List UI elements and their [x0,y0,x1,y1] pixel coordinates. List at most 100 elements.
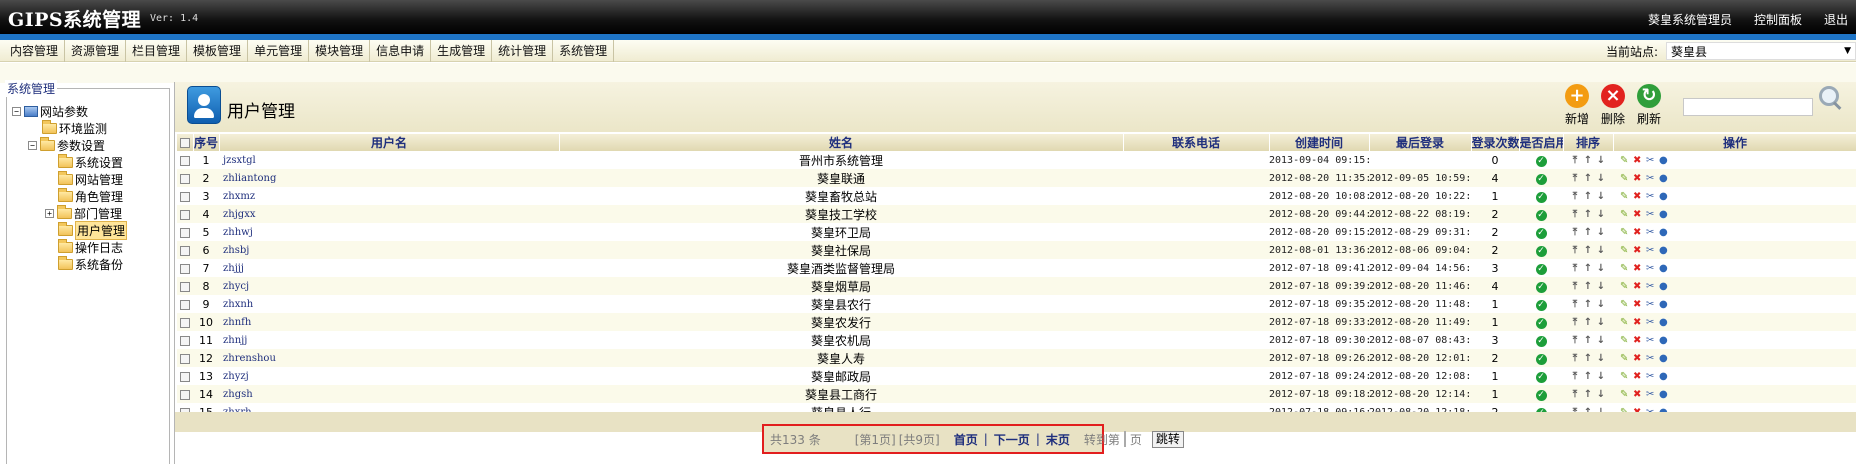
tree-node-operation-log[interactable]: 操作日志 [58,238,123,255]
enabled-check-icon[interactable]: ✓ [1535,156,1547,167]
search-input[interactable] [1683,98,1813,116]
move-down-icon[interactable]: ↓ [1596,299,1607,310]
row-checkbox[interactable] [180,281,190,292]
tree-node-env-monitor[interactable]: 环境监测 [42,119,107,136]
delete-row-icon[interactable]: ✖ [1633,389,1644,400]
move-up-icon[interactable]: ↑ [1583,209,1594,220]
row-checkbox[interactable] [180,371,190,382]
pager-go-button[interactable]: 跳转 [1151,430,1184,448]
permission-icon[interactable]: ● [1659,227,1670,238]
edit-icon[interactable]: ✎ [1620,173,1631,184]
row-username[interactable]: zhhwj [219,223,559,241]
move-up-icon[interactable]: ↑ [1583,263,1594,274]
move-top-icon[interactable]: ⤒ [1570,209,1581,220]
edit-icon[interactable]: ✎ [1620,209,1631,220]
permission-icon[interactable]: ● [1659,299,1670,310]
tree-node-system-backup[interactable]: 系统备份 [58,255,123,272]
enabled-check-icon[interactable]: ✓ [1535,264,1547,275]
settings-tool-icon[interactable]: ✂ [1646,155,1657,166]
row-checkbox[interactable] [180,209,190,220]
delete-row-icon[interactable]: ✖ [1633,263,1644,274]
delete-row-icon[interactable]: ✖ [1633,281,1644,292]
permission-icon[interactable]: ● [1659,389,1670,400]
row-username[interactable]: zhxnh [219,295,559,313]
permission-icon[interactable]: ● [1659,191,1670,202]
delete-row-icon[interactable]: ✖ [1633,371,1644,382]
settings-tool-icon[interactable]: ✂ [1646,389,1657,400]
move-up-icon[interactable]: ↑ [1583,281,1594,292]
row-username[interactable]: zhnfh [219,313,559,331]
move-up-icon[interactable]: ↑ [1583,245,1594,256]
settings-tool-icon[interactable]: ✂ [1646,209,1657,220]
permission-icon[interactable]: ● [1659,335,1670,346]
delete-row-icon[interactable]: ✖ [1633,227,1644,238]
edit-icon[interactable]: ✎ [1620,353,1631,364]
permission-icon[interactable]: ● [1659,173,1670,184]
enabled-check-icon[interactable]: ✓ [1535,372,1547,383]
row-checkbox[interactable] [180,389,190,400]
move-up-icon[interactable]: ↑ [1583,389,1594,400]
edit-icon[interactable]: ✎ [1620,245,1631,256]
current-user-link[interactable]: 葵皇系统管理员 [1648,11,1732,28]
move-up-icon[interactable]: ↑ [1583,173,1594,184]
row-checkbox[interactable] [180,263,190,274]
settings-tool-icon[interactable]: ✂ [1646,353,1657,364]
move-top-icon[interactable]: ⤒ [1570,389,1581,400]
permission-icon[interactable]: ● [1659,155,1670,166]
move-top-icon[interactable]: ⤒ [1570,173,1581,184]
search-icon[interactable] [1817,84,1843,112]
permission-icon[interactable]: ● [1659,263,1670,274]
move-down-icon[interactable]: ↓ [1596,371,1607,382]
edit-icon[interactable]: ✎ [1620,227,1631,238]
move-up-icon[interactable]: ↑ [1583,371,1594,382]
settings-tool-icon[interactable]: ✂ [1646,299,1657,310]
row-username[interactable]: zhyzj [219,367,559,385]
row-username[interactable]: zhjjj [219,259,559,277]
move-down-icon[interactable]: ↓ [1596,191,1607,202]
move-down-icon[interactable]: ↓ [1596,317,1607,328]
move-top-icon[interactable]: ⤒ [1570,191,1581,202]
site-select[interactable]: 葵皇县 ▼ [1666,42,1856,60]
menu-resources[interactable]: 资源管理 [65,40,127,62]
menu-columns[interactable]: 栏目管理 [126,40,188,62]
menu-units[interactable]: 单元管理 [248,40,310,62]
enabled-check-icon[interactable]: ✓ [1535,300,1547,311]
move-up-icon[interactable]: ↑ [1583,299,1594,310]
move-up-icon[interactable]: ↑ [1583,335,1594,346]
delete-row-icon[interactable]: ✖ [1633,191,1644,202]
move-up-icon[interactable]: ↑ [1583,317,1594,328]
move-top-icon[interactable]: ⤒ [1570,263,1581,274]
move-top-icon[interactable]: ⤒ [1570,227,1581,238]
delete-row-icon[interactable]: ✖ [1633,317,1644,328]
collapse-icon[interactable]: − [12,106,21,116]
enabled-check-icon[interactable]: ✓ [1535,354,1547,365]
row-checkbox[interactable] [180,317,190,328]
row-checkbox[interactable] [180,335,190,346]
tree-node-role-manage[interactable]: 角色管理 [58,187,123,204]
menu-templates[interactable]: 模板管理 [187,40,249,62]
menu-content[interactable]: 内容管理 [4,40,66,62]
row-checkbox[interactable] [180,245,190,256]
settings-tool-icon[interactable]: ✂ [1646,317,1657,328]
move-up-icon[interactable]: ↑ [1583,155,1594,166]
move-down-icon[interactable]: ↓ [1596,173,1607,184]
move-down-icon[interactable]: ↓ [1596,227,1607,238]
menu-system[interactable]: 系统管理 [553,40,615,62]
pager-last-link[interactable]: 末页 [1046,431,1070,448]
expand-icon[interactable]: + [45,208,54,218]
logout-link[interactable]: 退出 [1824,11,1848,28]
move-top-icon[interactable]: ⤒ [1570,281,1581,292]
permission-icon[interactable]: ● [1659,281,1670,292]
row-checkbox[interactable] [180,299,190,310]
enabled-check-icon[interactable]: ✓ [1535,282,1547,293]
collapse-icon[interactable]: − [28,140,37,150]
edit-icon[interactable]: ✎ [1620,317,1631,328]
move-down-icon[interactable]: ↓ [1596,263,1607,274]
move-down-icon[interactable]: ↓ [1596,245,1607,256]
move-top-icon[interactable]: ⤒ [1570,245,1581,256]
move-top-icon[interactable]: ⤒ [1570,371,1581,382]
enabled-check-icon[interactable]: ✓ [1535,318,1547,329]
row-username[interactable]: zhrenshou [219,349,559,367]
control-panel-link[interactable]: 控制面板 [1754,11,1802,28]
move-down-icon[interactable]: ↓ [1596,209,1607,220]
